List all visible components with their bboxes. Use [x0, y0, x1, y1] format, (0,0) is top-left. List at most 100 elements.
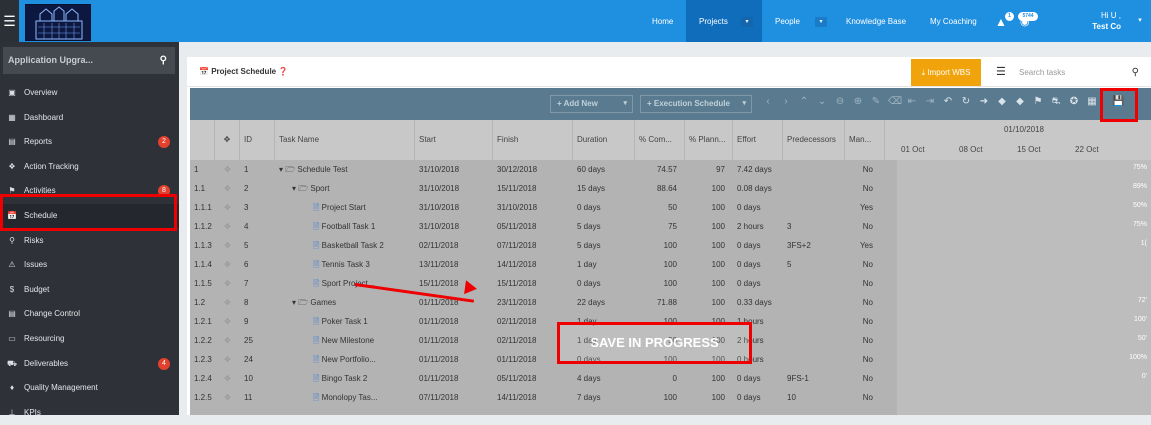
- notification-icon[interactable]: ◉: [1020, 0, 1042, 42]
- cell-start[interactable]: 13/11/2018: [419, 255, 493, 274]
- drag-handle-icon[interactable]: ✥: [215, 350, 240, 369]
- task-name-cell[interactable]: 🗎 Football Task 1: [279, 217, 414, 236]
- cell-effort[interactable]: 0 days: [737, 274, 783, 293]
- table-row[interactable]: 1.2.5 ✥ 11 🗎 Monolopy Tas... 07/11/2018 14/11…: [190, 388, 897, 407]
- drag-handle-icon[interactable]: ✥: [215, 179, 240, 198]
- table-row[interactable]: 1.1.2 ✥ 4 🗎 Football Task 1 31/10/2018 05/11/…: [190, 217, 897, 236]
- cell-wbs[interactable]: 1.1: [194, 179, 216, 198]
- cell-duration[interactable]: 15 days: [577, 179, 633, 198]
- nav-knowledge-base[interactable]: Knowledge Base: [846, 0, 908, 42]
- cell-finish[interactable]: 15/11/2018: [497, 179, 571, 198]
- cell-pred[interactable]: [787, 274, 843, 293]
- table-row[interactable]: 1.2.2 ✥ 25 🗎 New Milestone 01/11/2018 02/11/2…: [190, 331, 897, 350]
- pin-icon[interactable]: ✪: [1068, 96, 1080, 107]
- zoom-in-icon[interactable]: ⊕: [852, 96, 864, 107]
- cell-duration[interactable]: 1 day: [577, 255, 633, 274]
- user-dropdown-icon[interactable]: ▾: [1133, 16, 1147, 28]
- cell-start[interactable]: 31/10/2018: [419, 198, 493, 217]
- help-icon[interactable]: ❓: [278, 67, 288, 76]
- sidebar-item-quality-management[interactable]: ♦ Quality Management: [0, 376, 179, 400]
- cell-complete[interactable]: 100: [635, 388, 677, 407]
- sidebar-item-issues[interactable]: ⚠ Issues: [0, 253, 179, 277]
- double-chevron-down-icon[interactable]: ⌄: [816, 96, 828, 107]
- cell-finish[interactable]: 07/11/2018: [497, 236, 571, 255]
- task-name-cell[interactable]: 🗎 Basketball Task 2: [279, 236, 414, 255]
- cell-finish[interactable]: 31/10/2018: [497, 198, 571, 217]
- table-row[interactable]: 1.2 ✥ 8 ▾ 🗁 Games 01/11/2018 23/11/2018 22 day…: [190, 293, 897, 312]
- cell-wbs[interactable]: 1.2.2: [194, 331, 216, 350]
- sidebar-item-dashboard[interactable]: ▦ Dashboard: [0, 106, 179, 130]
- expand-folder-icon[interactable]: ▾ 🗁: [279, 165, 297, 174]
- sidebar-item-kpis[interactable]: ⊥ KPIs: [0, 401, 179, 425]
- cell-start[interactable]: 31/10/2018: [419, 160, 493, 179]
- cell-start[interactable]: 02/11/2018: [419, 236, 493, 255]
- task-name-cell[interactable]: ▾ 🗁 Schedule Test: [279, 160, 414, 179]
- table-row[interactable]: 1.1.3 ✥ 5 🗎 Basketball Task 2 02/11/2018 07/1…: [190, 236, 897, 255]
- sidebar-item-risks[interactable]: ⚲ Risks: [0, 229, 179, 253]
- cell-effort[interactable]: 0 days: [737, 198, 783, 217]
- search-icon[interactable]: ⚲: [160, 47, 167, 74]
- task-name-cell[interactable]: 🗎 Poker Task 1: [279, 312, 414, 331]
- cell-complete[interactable]: 100: [635, 236, 677, 255]
- column-header-id[interactable]: ID: [240, 120, 275, 160]
- cell-planned[interactable]: 100: [685, 198, 725, 217]
- column-header-manual[interactable]: Man...: [845, 120, 885, 160]
- link-icon[interactable]: ➜: [978, 96, 990, 107]
- column-header-effort[interactable]: Effort: [733, 120, 783, 160]
- drag-handle-icon[interactable]: ✥: [215, 293, 240, 312]
- cell-duration[interactable]: 0 days: [577, 274, 633, 293]
- cell-pred[interactable]: 9FS-1: [787, 369, 843, 388]
- column-header-predecessors[interactable]: Predecessors: [783, 120, 845, 160]
- cell-finish[interactable]: 05/11/2018: [497, 369, 571, 388]
- cell-pred[interactable]: [787, 350, 843, 369]
- cell-finish[interactable]: 30/12/2018: [497, 160, 571, 179]
- cell-pred[interactable]: [787, 312, 843, 331]
- cell-pred[interactable]: [787, 160, 843, 179]
- cell-planned[interactable]: 100: [685, 236, 725, 255]
- task-name-cell[interactable]: 🗎 Bingo Task 2: [279, 369, 414, 388]
- nav-my-coaching[interactable]: My Coaching: [930, 0, 982, 42]
- table-row[interactable]: 1.1 ✥ 2 ▾ 🗁 Sport 31/10/2018 15/11/2018 15 day…: [190, 179, 897, 198]
- cell-wbs[interactable]: 1.2.5: [194, 388, 216, 407]
- cell-wbs[interactable]: 1.1.1: [194, 198, 216, 217]
- hamburger-menu-icon[interactable]: ☰: [0, 0, 19, 42]
- cell-complete[interactable]: 71.88: [635, 293, 677, 312]
- column-header-duration[interactable]: Duration: [573, 120, 635, 160]
- cell-pred[interactable]: [787, 331, 843, 350]
- expand-folder-icon[interactable]: ▾ 🗁: [292, 184, 310, 193]
- cell-planned[interactable]: 100: [685, 388, 725, 407]
- cell-finish[interactable]: 14/11/2018: [497, 388, 571, 407]
- double-chevron-up-icon[interactable]: ⌃: [798, 96, 810, 107]
- gantt-chart[interactable]: 75% 89% 50% 75% 1(72' 100' 50' 100% 0': [897, 160, 1151, 415]
- column-header-start[interactable]: Start: [415, 120, 493, 160]
- milestone-icon[interactable]: ◆: [996, 96, 1008, 107]
- cell-planned[interactable]: 97: [685, 160, 725, 179]
- cell-pred[interactable]: 10: [787, 388, 843, 407]
- cell-effort[interactable]: 7.42 days: [737, 160, 783, 179]
- cell-man[interactable]: No: [845, 274, 873, 293]
- zoom-out-icon[interactable]: ⊖: [834, 96, 846, 107]
- cell-start[interactable]: 01/11/2018: [419, 350, 493, 369]
- chevron-right-icon[interactable]: ›: [780, 96, 792, 107]
- cell-id[interactable]: 24: [244, 350, 274, 369]
- cell-id[interactable]: 8: [244, 293, 274, 312]
- drag-handle-icon[interactable]: ✥: [215, 217, 240, 236]
- cell-start[interactable]: 31/10/2018: [419, 217, 493, 236]
- cell-planned[interactable]: 100: [685, 179, 725, 198]
- column-header-task-name[interactable]: Task Name: [275, 120, 415, 160]
- cell-complete[interactable]: 88.64: [635, 179, 677, 198]
- cell-planned[interactable]: 100: [685, 217, 725, 236]
- drag-handle-icon[interactable]: ✥: [215, 388, 240, 407]
- cell-man[interactable]: Yes: [845, 236, 873, 255]
- cell-finish[interactable]: 15/11/2018: [497, 274, 571, 293]
- cell-complete[interactable]: 100: [635, 255, 677, 274]
- cell-wbs[interactable]: 1: [194, 160, 216, 179]
- cell-pred[interactable]: 5: [787, 255, 843, 274]
- drag-handle-icon[interactable]: ✥: [215, 369, 240, 388]
- cell-finish[interactable]: 14/11/2018: [497, 255, 571, 274]
- task-name-cell[interactable]: 🗎 Tennis Task 3: [279, 255, 414, 274]
- cell-duration[interactable]: 0 days: [577, 198, 633, 217]
- cell-man[interactable]: No: [845, 388, 873, 407]
- cell-planned[interactable]: 100: [685, 369, 725, 388]
- cell-duration[interactable]: 22 days: [577, 293, 633, 312]
